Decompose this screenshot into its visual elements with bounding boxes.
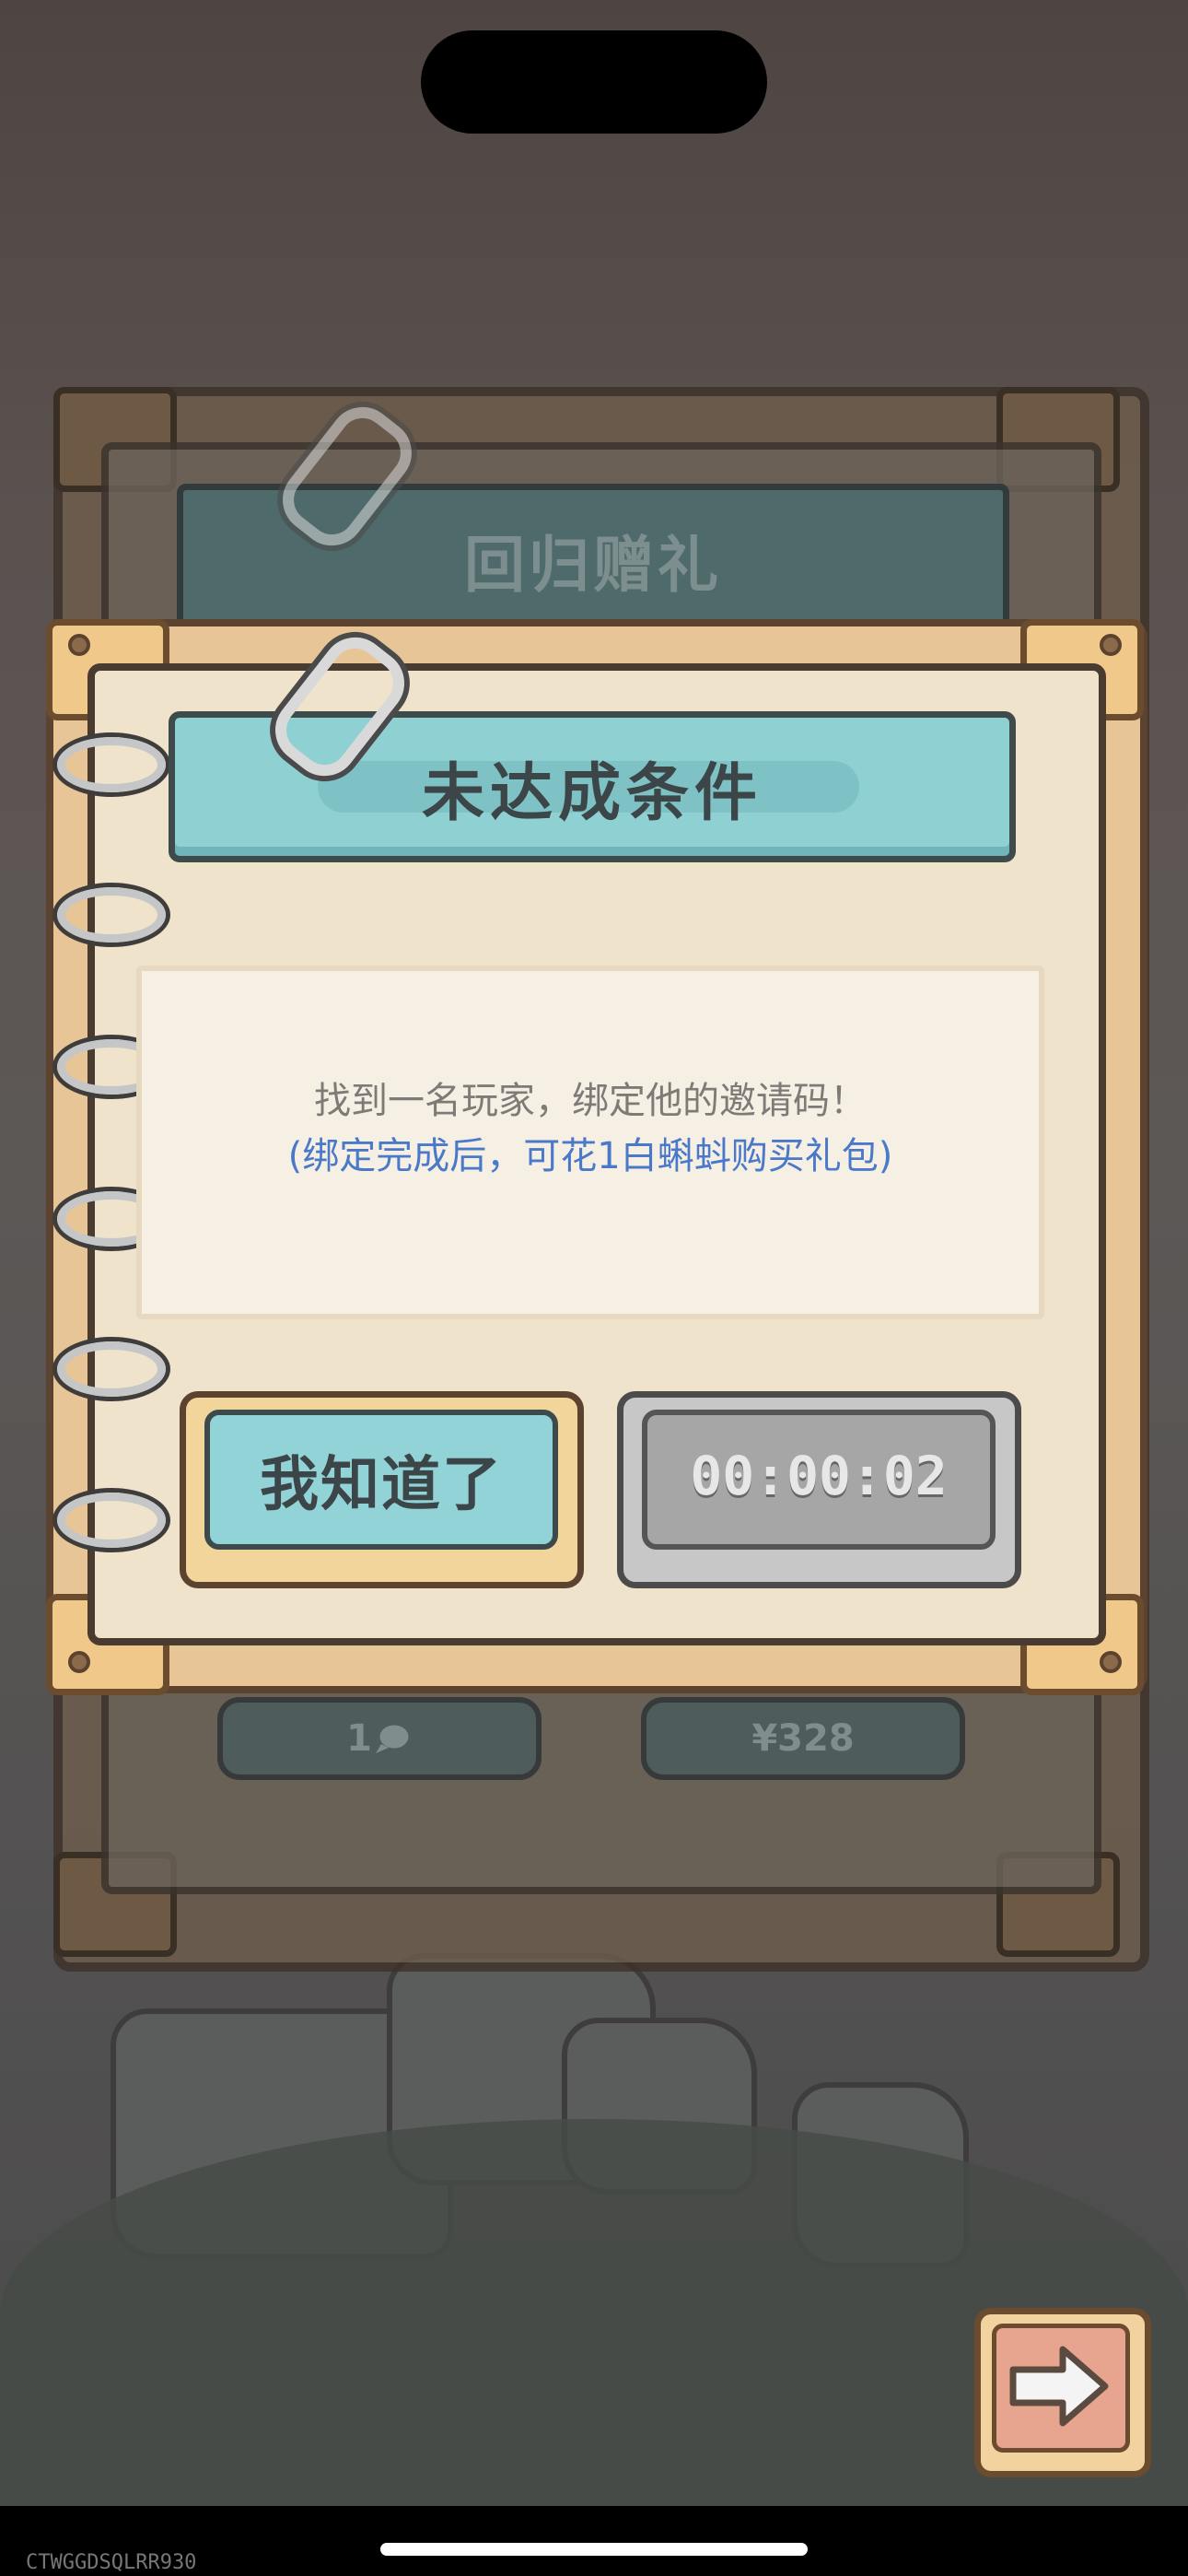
bolt [1100,634,1122,656]
message-text: 找到一名玩家，绑定他的邀请码！ [314,1080,867,1122]
background-pill-currency: 1 [217,1697,542,1780]
bolt [68,1651,90,1673]
confirm-button-label[interactable]: 我知道了 [204,1437,558,1522]
countdown-timer: 00:00:02 [690,1445,948,1507]
notebook-ring [57,737,166,792]
background-pill-price: ¥328 [641,1697,965,1780]
background-pill-count: 1 [346,1717,372,1760]
bolt [68,634,90,656]
notebook-ring [57,1341,166,1397]
note-text: (绑定完成后，可花1白蝌蚪购买礼包) [287,1135,893,1177]
notebook-ring [57,887,166,943]
dynamic-island [421,30,767,134]
speech-bubble-icon [375,1722,412,1753]
notebook-ring [57,1493,166,1548]
arrow-right-icon[interactable] [996,2331,1125,2441]
watermark: CTWGGDSQLRR930 [26,2551,197,2574]
bolt [1100,1651,1122,1673]
home-indicator[interactable] [380,2543,808,2556]
